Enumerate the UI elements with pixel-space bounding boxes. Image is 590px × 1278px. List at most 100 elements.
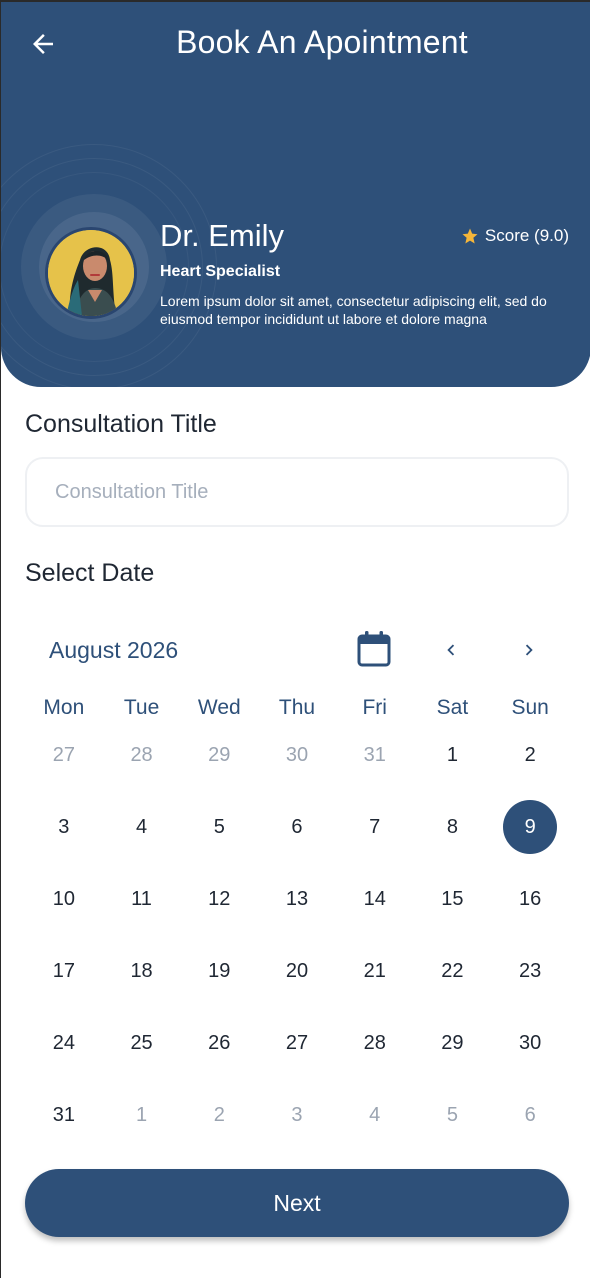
calendar-day-number: 4 xyxy=(369,1103,381,1126)
calendar-day-selected[interactable]: 9 xyxy=(491,791,569,863)
calendar-day[interactable]: 1 xyxy=(414,719,492,791)
calendar-day[interactable]: 29 xyxy=(180,719,258,791)
score-label: Score (9.0) xyxy=(484,226,569,245)
calendar-day[interactable]: 28 xyxy=(336,1007,414,1079)
calendar-day[interactable]: 12 xyxy=(180,863,258,935)
consultation-title-field[interactable] xyxy=(25,457,569,527)
calendar-day-number: 17 xyxy=(52,959,75,982)
calendar-day[interactable]: 13 xyxy=(258,863,336,935)
calendar-day-number: 19 xyxy=(208,959,231,982)
calendar-day[interactable]: 2 xyxy=(491,719,569,791)
previous-month-button[interactable] xyxy=(435,634,467,666)
calendar-day[interactable]: 20 xyxy=(258,935,336,1007)
calendar-day-number: 11 xyxy=(131,887,152,910)
star-icon xyxy=(462,228,478,244)
consultation-title-label: Consultation Title xyxy=(25,410,217,438)
calendar-day[interactable]: 2 xyxy=(180,1079,258,1151)
calendar-day[interactable]: 27 xyxy=(25,719,103,791)
calendar-day-number: 28 xyxy=(363,1031,386,1054)
calendar-day[interactable]: 31 xyxy=(25,1079,103,1151)
calendar-day[interactable]: 4 xyxy=(103,791,181,863)
calendar-month-label: August 2026 xyxy=(49,637,179,663)
calendar-day-number: 27 xyxy=(285,1031,309,1054)
calendar-day[interactable]: 19 xyxy=(180,935,258,1007)
next-button[interactable]: Next xyxy=(25,1169,569,1237)
calendar-day[interactable]: 21 xyxy=(336,935,414,1007)
calendar-day-number: 29 xyxy=(208,743,231,766)
calendar-day[interactable]: 4 xyxy=(336,1079,414,1151)
calendar-day-number: 3 xyxy=(58,815,70,838)
page-title: Book An Apointment xyxy=(176,24,468,60)
calendar-day[interactable]: 18 xyxy=(103,935,181,1007)
calendar-day-number: 8 xyxy=(446,815,458,838)
calendar-day-number: 22 xyxy=(441,959,464,982)
calendar-day[interactable]: 30 xyxy=(491,1007,569,1079)
calendar-day-number: 2 xyxy=(213,1103,225,1126)
calendar-day[interactable]: 22 xyxy=(414,935,492,1007)
calendar-day[interactable]: 7 xyxy=(336,791,414,863)
calendar-day-number: 25 xyxy=(130,1031,153,1054)
calendar-day-number: 15 xyxy=(441,887,464,910)
select-date-label: Select Date xyxy=(25,559,155,587)
calendar-day[interactable]: 8 xyxy=(414,791,492,863)
calendar-day-number: 9 xyxy=(503,800,558,854)
calendar-day[interactable]: 3 xyxy=(258,1079,336,1151)
calendar-day-number: 21 xyxy=(363,959,386,982)
calendar-day-number: 20 xyxy=(285,959,309,982)
calendar-picker-button[interactable] xyxy=(357,631,391,667)
doctor-description: Lorem ipsum dolor sit amet, consectetur … xyxy=(160,293,547,327)
calendar-day-number: 27 xyxy=(52,743,75,766)
calendar-day[interactable]: 26 xyxy=(180,1007,258,1079)
calendar-day-number: 7 xyxy=(369,815,381,838)
calendar-day[interactable]: 31 xyxy=(336,719,414,791)
calendar-day[interactable]: 1 xyxy=(103,1079,181,1151)
calendar-day[interactable]: 25 xyxy=(103,1007,181,1079)
calendar-day-number: 10 xyxy=(52,887,75,910)
calendar-day-number: 1 xyxy=(446,743,458,766)
calendar-day-number: 31 xyxy=(363,743,386,766)
calendar-day-number: 6 xyxy=(524,1103,536,1126)
calendar-day[interactable]: 28 xyxy=(103,719,181,791)
calendar-day[interactable]: 24 xyxy=(25,1007,103,1079)
calendar-day[interactable]: 29 xyxy=(414,1007,492,1079)
calendar-day[interactable]: 17 xyxy=(25,935,103,1007)
calendar-day[interactable]: 14 xyxy=(336,863,414,935)
calendar-day[interactable]: 5 xyxy=(414,1079,492,1151)
calendar-day-number: 2 xyxy=(524,743,536,766)
calendar-day[interactable]: 27 xyxy=(258,1007,336,1079)
calendar-day[interactable]: 11 xyxy=(103,863,181,935)
next-month-button[interactable] xyxy=(513,634,545,666)
calendar-day-number: 13 xyxy=(285,887,309,910)
calendar-day[interactable]: 15 xyxy=(414,863,492,935)
calendar-day[interactable]: 5 xyxy=(180,791,258,863)
calendar-day-number: 23 xyxy=(519,959,542,982)
calendar-day-number: 5 xyxy=(213,815,225,838)
calendar-day[interactable]: 16 xyxy=(491,863,569,935)
app-screen: Book An Apointment Dr. Emily Heart Speci… xyxy=(0,0,590,1278)
calendar-day-number: 18 xyxy=(130,959,153,982)
chevron-left-icon xyxy=(447,644,455,656)
calendar-day-number: 31 xyxy=(52,1103,75,1126)
calendar-day-number: 28 xyxy=(130,743,153,766)
doctor-header: Book An Apointment Dr. Emily Heart Speci… xyxy=(1,2,590,387)
calendar-day-number: 4 xyxy=(136,815,148,838)
calendar-day[interactable]: 6 xyxy=(491,1079,569,1151)
calendar-day-number: 24 xyxy=(52,1031,75,1054)
calendar-day[interactable]: 10 xyxy=(25,863,103,935)
calendar-day-number: 3 xyxy=(291,1103,303,1126)
calendar-day-number: 30 xyxy=(519,1031,542,1054)
calendar-day[interactable]: 3 xyxy=(25,791,103,863)
calendar-header: August 2026 xyxy=(25,622,569,678)
calendar-day-number: 16 xyxy=(519,887,542,910)
calendar-day[interactable]: 6 xyxy=(258,791,336,863)
calendar-day-number: 1 xyxy=(136,1103,148,1126)
calendar-day[interactable]: 30 xyxy=(258,719,336,791)
calendar-day-grid: 27 28 29 30 31 1 2 3 4 5 6 7 8 9 10 11 12 13 14 15 16 17 18 19 2… xyxy=(25,719,569,1151)
calendar-day-number: 29 xyxy=(441,1031,464,1054)
consultation-title-input[interactable] xyxy=(27,459,567,525)
calendar-day-number: 12 xyxy=(208,887,231,910)
doctor-specialty: Heart Specialist xyxy=(160,263,281,280)
calendar-day-number: 26 xyxy=(208,1031,231,1054)
doctor-score: Score (9.0) xyxy=(461,226,569,246)
calendar-day[interactable]: 23 xyxy=(491,935,569,1007)
